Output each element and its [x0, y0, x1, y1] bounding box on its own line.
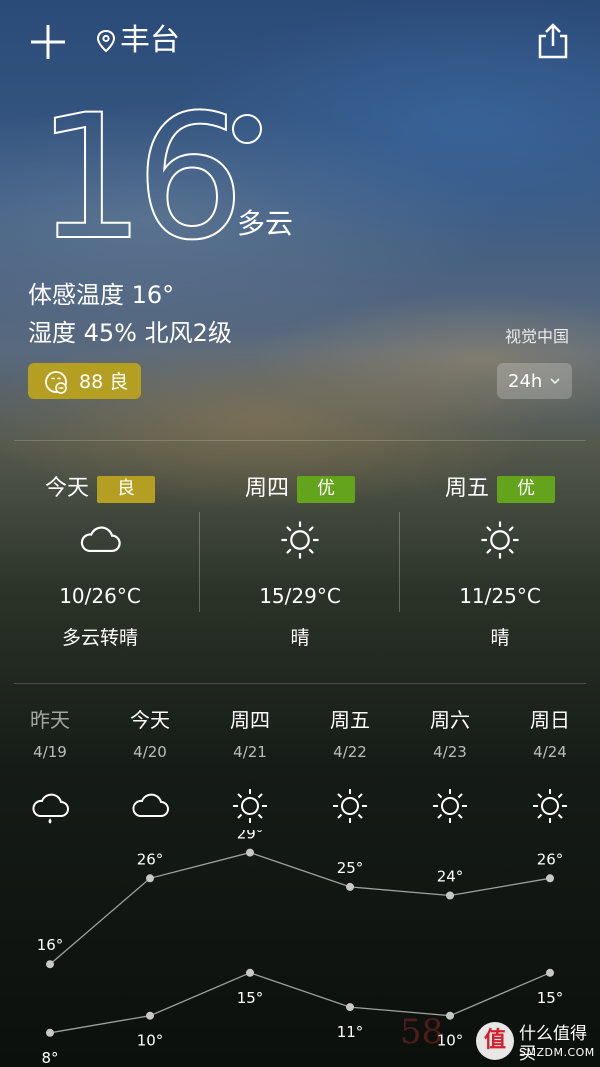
low-temp-point [346, 1003, 354, 1012]
week-day-date: 4/20 [133, 743, 167, 761]
high-temp-point [146, 874, 154, 883]
image-source: 视觉中国 [505, 327, 570, 346]
week-day-date: 4/23 [433, 743, 467, 761]
low-temp-point [446, 1011, 454, 1020]
day-condition: 晴 [290, 627, 310, 649]
week-day-name[interactable]: 今天 [100, 706, 200, 734]
high-temp-label: 29° [237, 830, 264, 843]
day-condition: 晴 [490, 627, 510, 649]
low-temp-point [246, 968, 254, 977]
sun-icon [228, 786, 272, 826]
high-temp-label: 26° [137, 850, 164, 868]
high-temp-label: 26° [537, 850, 564, 868]
low-temp-label: 15° [237, 989, 264, 1007]
cloud-rain-icon [28, 786, 72, 826]
air-quality-badge: 优 [497, 475, 555, 503]
day-header[interactable]: 周四优 [200, 474, 400, 508]
day-name: 周五 [444, 476, 489, 501]
high-temp-label: 16° [37, 936, 64, 954]
range-selector-label: 24h [508, 371, 543, 392]
aqi-value: 88 良 [79, 371, 129, 393]
low-temp-line [49, 972, 551, 1034]
location-pin-icon [96, 29, 116, 53]
week-day-date: 4/19 [33, 743, 67, 761]
high-temp-point [546, 874, 554, 883]
low-temp-label: 15° [537, 989, 564, 1007]
day-temp-range: 10/26°C [59, 584, 141, 608]
day-header[interactable]: 周五优 [400, 474, 600, 508]
low-temp-label: 10° [137, 1032, 164, 1050]
high-temp-line [49, 851, 551, 965]
humidity-wind: 湿度 45% 北风2级 [28, 319, 232, 347]
day-name: 周四 [244, 476, 289, 501]
air-quality-badge: 优 [297, 475, 355, 503]
column-divider [399, 512, 400, 612]
low-temp-point [546, 968, 554, 977]
high-temp-point [46, 960, 54, 969]
low-temp-point [146, 1011, 154, 1020]
week-day-name[interactable]: 周五 [300, 706, 400, 734]
sun-icon [476, 518, 524, 562]
week-day-name[interactable]: 周四 [200, 706, 300, 734]
feels-like: 体感温度 16° [28, 281, 175, 309]
day-temp-range: 15/29°C [259, 584, 341, 608]
add-city-plus-icon[interactable] [28, 22, 68, 62]
week-day-name[interactable]: 昨天 [0, 706, 100, 734]
sun-icon [328, 786, 372, 826]
divider [14, 683, 586, 684]
cloud-icon [128, 786, 172, 826]
week-day-name[interactable]: 周六 [400, 706, 500, 734]
share-icon[interactable] [535, 22, 571, 60]
watermark-58: 58 [400, 1012, 444, 1052]
day-name: 今天 [44, 476, 89, 501]
watermark-url: SMZDM.COM [519, 1046, 595, 1059]
high-temp-label: 25° [337, 859, 364, 877]
week-day-date: 4/21 [233, 743, 267, 761]
chevron-down-icon [550, 378, 560, 385]
week-day-date: 4/24 [533, 743, 567, 761]
cloud-icon [76, 518, 124, 562]
divider [14, 440, 586, 441]
high-temp-label: 24° [437, 868, 464, 886]
current-condition: 多云 [237, 207, 294, 240]
aqi-face-icon [45, 371, 67, 394]
high-temp-point [346, 882, 354, 891]
sun-icon [276, 518, 324, 562]
sun-icon [428, 786, 472, 826]
high-temp-point [446, 891, 454, 900]
low-temp-label: 11° [337, 1023, 364, 1041]
high-temp-point [246, 848, 254, 857]
week-day-name[interactable]: 周日 [500, 706, 600, 734]
column-divider [199, 512, 200, 612]
low-temp-point [46, 1028, 54, 1037]
week-day-date: 4/22 [333, 743, 367, 761]
low-temp-label: 8° [41, 1049, 58, 1067]
day-header[interactable]: 今天良 [0, 474, 200, 508]
watermark-logo-text: 值 [483, 1028, 506, 1053]
day-condition: 多云转晴 [61, 627, 138, 649]
day-temp-range: 11/25°C [459, 584, 541, 608]
sun-icon [528, 786, 572, 826]
city-name[interactable]: 丰台 [120, 22, 180, 60]
degree-symbol [232, 114, 262, 144]
air-quality-badge: 良 [97, 475, 155, 503]
current-temp: 16 [35, 77, 246, 278]
